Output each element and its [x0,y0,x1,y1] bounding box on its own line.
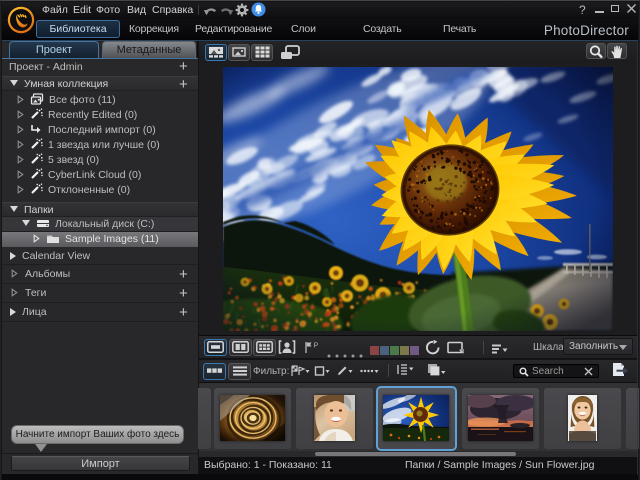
svg-text:P: P [314,343,319,350]
